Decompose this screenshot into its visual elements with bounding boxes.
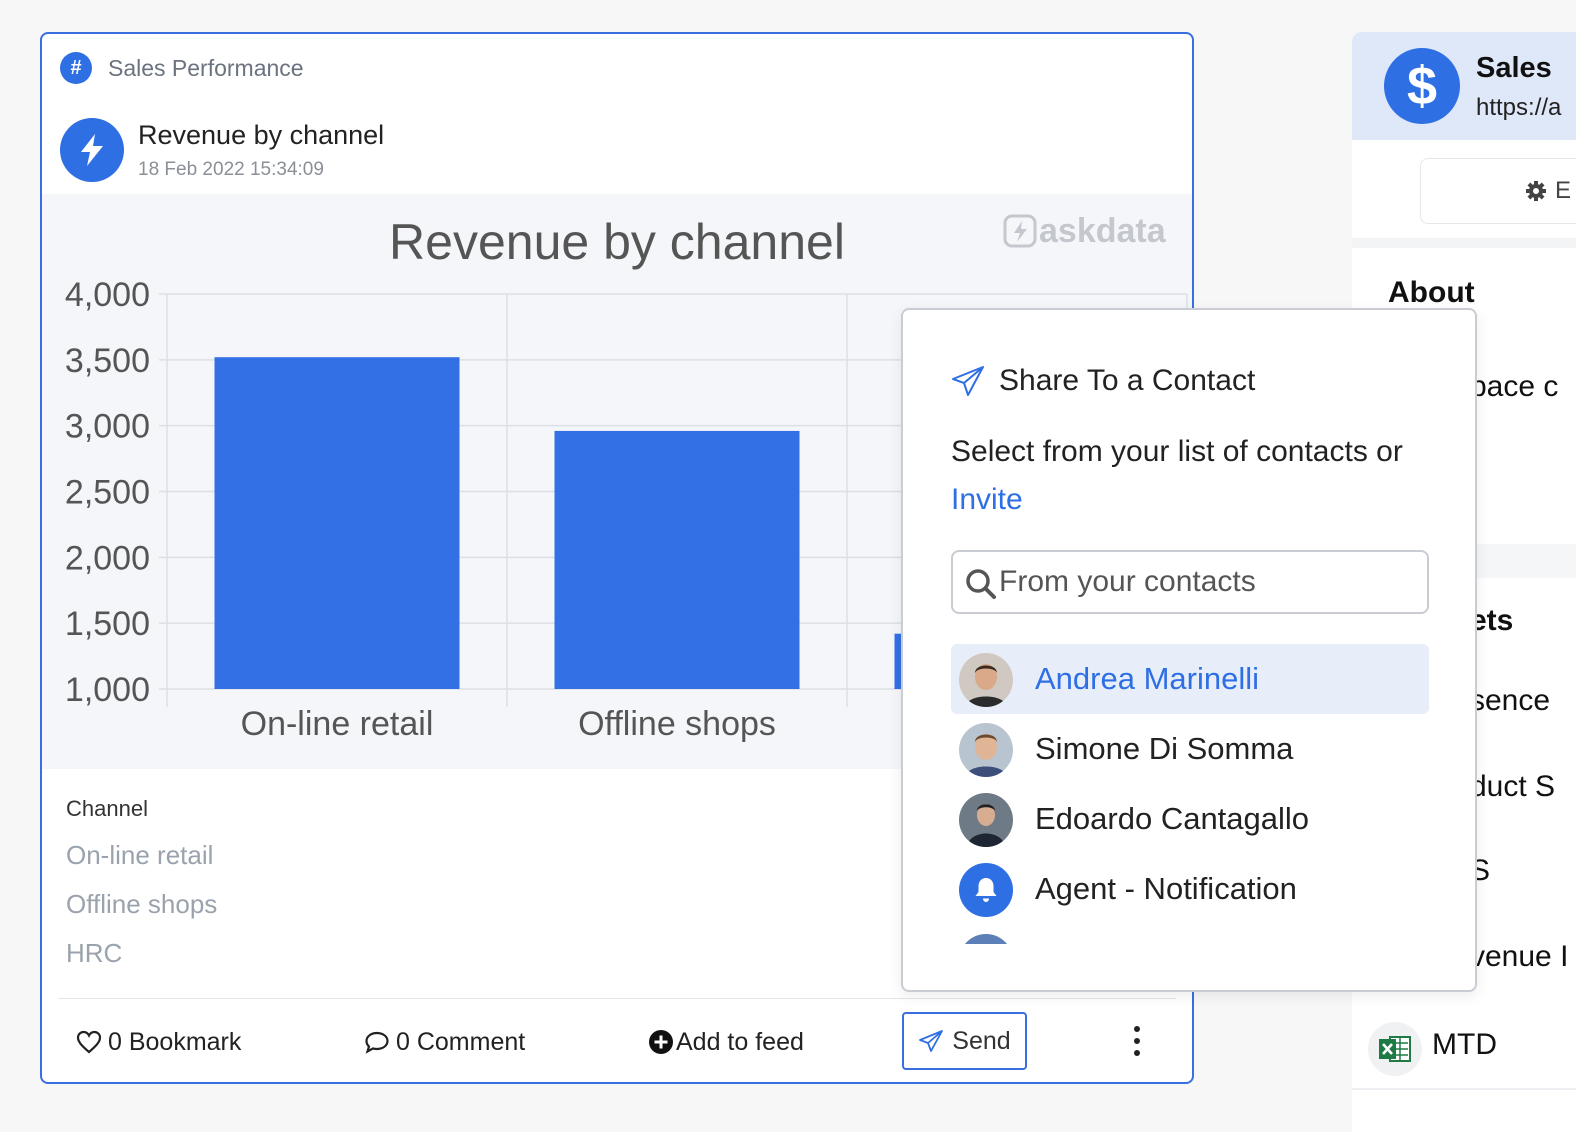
add-to-feed-label: Add to feed — [676, 1027, 804, 1056]
excel-icon — [1368, 1022, 1422, 1076]
plus-circle-icon — [649, 1030, 673, 1054]
x-tick-label: On-line retail — [241, 705, 434, 743]
send-label: Send — [952, 1026, 1011, 1055]
chart-title: Revenue by channel — [389, 214, 845, 270]
bar — [214, 357, 460, 689]
x-tick-label: Offline shops — [578, 705, 776, 743]
divider — [58, 998, 1176, 999]
category-label: Sales Performance — [108, 54, 304, 81]
side-list-item[interactable]: duct S — [1470, 770, 1555, 804]
comment-button[interactable]: 0 Comment — [364, 1012, 525, 1072]
post-header: Revenue by channel 18 Feb 2022 15:34:09 — [60, 118, 384, 182]
more-options-icon[interactable] — [1130, 1026, 1144, 1056]
side-list-item[interactable]: sence — [1470, 684, 1550, 718]
avatar — [959, 723, 1013, 777]
comment-icon — [365, 1031, 389, 1054]
gear-icon — [1526, 181, 1546, 201]
watermark: askdata — [1039, 212, 1167, 250]
contact-item[interactable]: Simone Di Somma — [951, 714, 1429, 784]
table-header: Channel — [66, 796, 148, 821]
post-timestamp: 18 Feb 2022 15:34:09 — [138, 159, 324, 180]
contact-search-input[interactable] — [999, 558, 1419, 606]
y-tick-label: 2,500 — [65, 474, 150, 512]
contact-item[interactable]: Agent - Notification — [951, 854, 1429, 924]
invite-link[interactable]: Invite — [951, 483, 1023, 516]
data-table: Channel On-line retail Offline shops HRC — [66, 796, 217, 969]
about-text: pace c — [1470, 370, 1559, 403]
dollar-icon: $ — [1384, 48, 1460, 124]
send-button[interactable]: Send — [902, 1012, 1027, 1070]
side-header: $ Sales https://a — [1352, 32, 1576, 140]
contact-name: Simone Di Somma — [1035, 731, 1294, 766]
contact-name: Agent - Notification — [1035, 871, 1297, 906]
add-to-feed-button[interactable]: Add to feed — [648, 1012, 804, 1072]
paper-plane-icon — [919, 1030, 944, 1052]
table-row: On-line retail — [66, 840, 214, 870]
avatar — [959, 653, 1013, 707]
y-tick-label: 3,500 — [65, 342, 150, 380]
share-title-text: Share To a Contact — [999, 364, 1256, 397]
card-category[interactable]: # Sales Performance — [60, 52, 304, 84]
y-tick-label: 2,000 — [65, 539, 150, 577]
heart-icon — [76, 1030, 102, 1054]
lightning-icon — [60, 118, 124, 182]
share-description-text: Select from your list of contacts or — [951, 435, 1403, 468]
about-heading: About — [1388, 276, 1475, 309]
contact-name: Andrea Marinelli — [1035, 661, 1259, 696]
paper-plane-icon — [952, 366, 984, 396]
contact-search — [951, 550, 1429, 614]
post-title: Revenue by channel — [138, 120, 385, 150]
table-row: HRC — [66, 938, 123, 968]
share-description: Select from your list of contacts or Inv… — [951, 428, 1441, 524]
y-tick-label: 3,000 — [65, 408, 150, 446]
comment-label: 0 Comment — [396, 1027, 526, 1056]
divider — [1352, 1088, 1576, 1090]
share-title: Share To a Contact — [951, 364, 1255, 398]
action-bar: 0 Bookmark 0 Comment Add to feed Send — [42, 1012, 1192, 1072]
side-list-item[interactable]: venue I — [1470, 940, 1568, 974]
side-url[interactable]: https://a — [1476, 94, 1561, 122]
side-settings-button[interactable]: E — [1420, 158, 1576, 224]
share-popover: Share To a Contact Select from your list… — [901, 308, 1477, 992]
bar — [554, 430, 800, 689]
side-title: Sales — [1476, 52, 1552, 84]
table-row: Offline shops — [66, 889, 218, 919]
divider — [1352, 238, 1576, 248]
contact-name: Edoardo Cantagallo — [1035, 801, 1310, 836]
y-tick-label: 1,000 — [65, 671, 150, 709]
bookmark-button[interactable]: 0 Bookmark — [76, 1012, 241, 1072]
hashtag-icon: # — [60, 52, 92, 84]
side-list-item[interactable]: MTD — [1432, 1028, 1497, 1062]
contact-item[interactable]: Edoardo Cantagallo — [951, 784, 1429, 854]
side-button-label: E — [1555, 177, 1572, 204]
bell-icon — [959, 863, 1013, 917]
avatar — [959, 934, 1013, 944]
y-tick-label: 1,500 — [65, 605, 150, 643]
contact-item[interactable]: Andrea Marinelli — [951, 644, 1429, 714]
avatar — [959, 793, 1013, 847]
bookmark-label: 0 Bookmark — [108, 1027, 242, 1056]
y-tick-label: 4,000 — [65, 276, 150, 314]
search-icon — [966, 569, 996, 599]
